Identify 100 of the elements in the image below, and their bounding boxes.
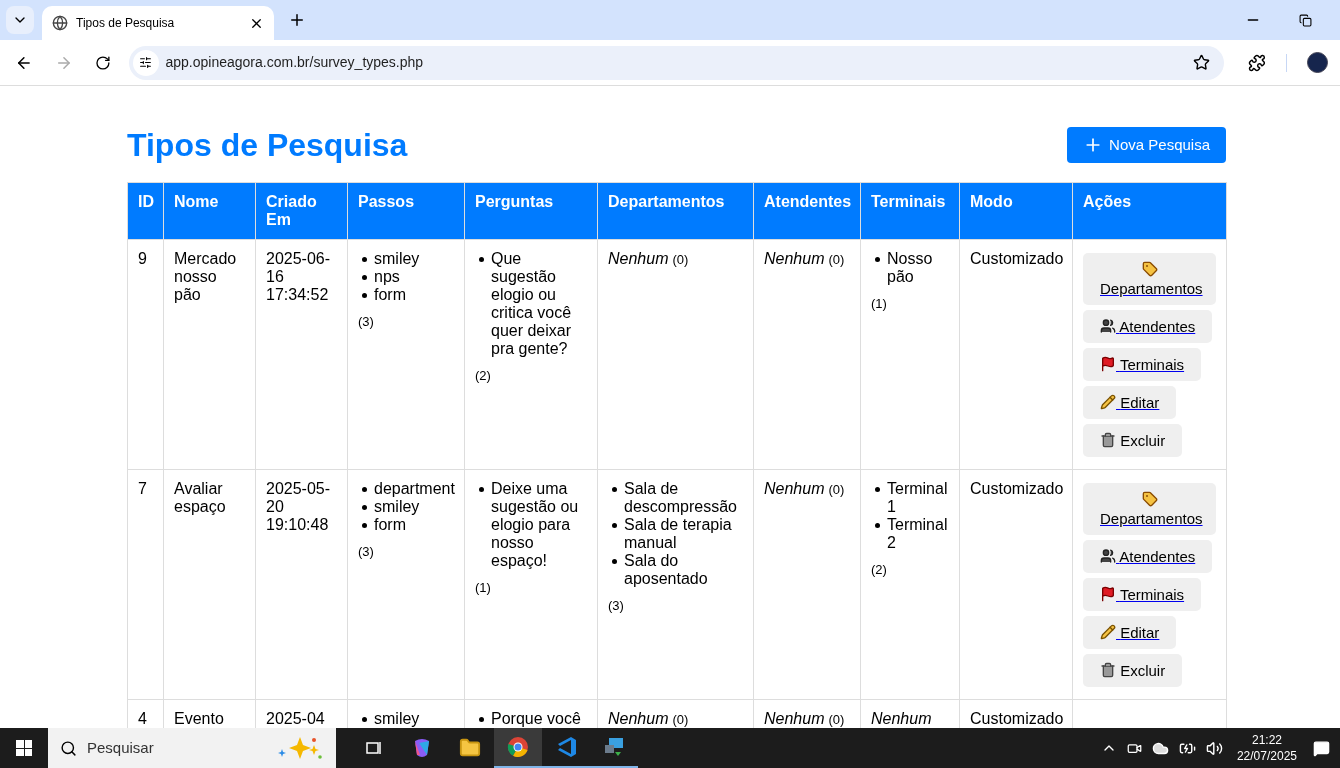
- item-count: (3): [608, 597, 625, 615]
- item-count: (1): [871, 295, 888, 313]
- item-count: (2): [475, 367, 492, 385]
- new-survey-button[interactable]: Nova Pesquisa: [1067, 127, 1226, 163]
- column-header: Modo: [959, 182, 1073, 240]
- table-cell: 2025-05-20 19:10:48: [255, 469, 348, 700]
- column-header: Ações: [1072, 182, 1227, 240]
- search-field[interactable]: Pesquisar: [48, 728, 336, 768]
- list-item: Terminal 1: [887, 480, 949, 516]
- restore-icon[interactable]: [1299, 13, 1312, 27]
- list-bullet: [612, 523, 617, 528]
- terminals-link[interactable]: Terminais: [1083, 578, 1202, 611]
- list-bullet: [875, 257, 880, 262]
- trash-icon: [1100, 662, 1116, 678]
- list-item: nps: [374, 268, 400, 286]
- pencil-icon: [1100, 624, 1116, 640]
- tag-icon: [1141, 261, 1158, 277]
- globe-icon: [52, 15, 68, 31]
- list-bullet: [479, 487, 484, 492]
- delete-button[interactable]: Excluir: [1083, 654, 1183, 687]
- address-bar[interactable]: app.opineagora.com.br/survey_types.php: [128, 45, 1225, 80]
- list-item: Sala de descompressão: [624, 480, 738, 516]
- list-item: Que sugestão elogio ou critica você quer deixar pra gente?: [491, 250, 573, 358]
- search-icon: [60, 739, 77, 757]
- table-cell: Mercado nosso pão: [163, 239, 256, 470]
- list-item: Terminal 2: [887, 516, 949, 552]
- list-item: Sala de terapia manual: [624, 516, 733, 552]
- list-bullet: [362, 275, 367, 280]
- notification-icon[interactable]: [1313, 739, 1330, 757]
- departments-link[interactable]: Departamentos: [1083, 253, 1216, 305]
- flag-icon: [1100, 356, 1116, 372]
- column-header: ID: [127, 182, 164, 240]
- list-item: smiley: [374, 250, 420, 268]
- browser-tab[interactable]: Tipos de Pesquisa: [42, 6, 274, 40]
- table-cell: 2025-06-16 17:34:52: [255, 239, 348, 470]
- list-item: Nosso pão: [887, 250, 934, 286]
- list-bullet: [875, 487, 880, 492]
- reload-icon[interactable]: [94, 54, 111, 71]
- column-header: Nome: [163, 182, 256, 240]
- trash-icon: [1100, 432, 1116, 448]
- empty-label: Nenhum: [608, 250, 669, 267]
- tab-list-button[interactable]: [6, 6, 34, 34]
- item-count: (0): [672, 712, 689, 727]
- item-count: (0): [672, 252, 689, 267]
- clock-date[interactable]: 22/07/2025: [1236, 748, 1297, 764]
- item-count: (1): [475, 579, 492, 597]
- list-item: smiley: [374, 498, 420, 516]
- list-bullet: [612, 487, 617, 492]
- chrome-icon[interactable]: [494, 728, 542, 768]
- list-item: form: [374, 286, 406, 304]
- site-settings-icon[interactable]: [132, 49, 159, 76]
- table-cell: Avaliar espaço: [163, 469, 256, 700]
- list-bullet: [875, 523, 880, 528]
- profile-avatar[interactable]: [1307, 52, 1328, 73]
- item-count: (3): [358, 543, 375, 561]
- edit-link[interactable]: Editar: [1083, 616, 1177, 649]
- extensions-icon[interactable]: [1248, 53, 1267, 72]
- list-bullet: [479, 257, 484, 262]
- list-item: Porque você: [491, 710, 581, 728]
- clock-time[interactable]: 21:22: [1251, 732, 1282, 748]
- column-header: Departamentos: [597, 182, 754, 240]
- volume-icon[interactable]: [1205, 739, 1223, 757]
- table-cell: Customizado: [959, 469, 1073, 700]
- list-bullet: [362, 523, 367, 528]
- empty-label: Nenhum: [764, 250, 825, 267]
- column-header: Perguntas: [464, 182, 598, 240]
- item-count: (0): [828, 252, 845, 267]
- attendants-link[interactable]: Atendentes: [1083, 540, 1213, 573]
- edit-link[interactable]: Editar: [1083, 386, 1177, 419]
- list-bullet: [362, 293, 367, 298]
- list-bullet: [362, 257, 367, 262]
- users-icon: [1100, 548, 1116, 564]
- column-header: Passos: [347, 182, 465, 240]
- column-header: Terminais: [860, 182, 960, 240]
- tag-icon: [1141, 491, 1158, 507]
- item-count: (2): [871, 561, 888, 579]
- delete-button[interactable]: Excluir: [1083, 424, 1183, 457]
- pencil-icon: [1100, 394, 1116, 410]
- url-text: app.opineagora.com.br/survey_types.php: [165, 53, 425, 72]
- empty-label: Nenhum: [764, 710, 825, 727]
- list-item: department: [374, 480, 455, 498]
- page-title: Tipos de Pesquisa: [127, 126, 408, 165]
- empty-label: Nenhum: [764, 480, 825, 497]
- list-item: form: [374, 516, 406, 534]
- table-cell: Customizado: [959, 239, 1073, 470]
- empty-label: Nenhum: [871, 710, 932, 727]
- table-cell: 9: [127, 239, 164, 470]
- column-header: Atendentes: [753, 182, 861, 240]
- terminals-link[interactable]: Terminais: [1083, 348, 1202, 381]
- tab-title: Tipos de Pesquisa: [76, 15, 176, 32]
- list-bullet: [479, 717, 484, 722]
- empty-label: Nenhum: [608, 710, 669, 727]
- item-count: (3): [358, 313, 375, 331]
- flag-icon: [1100, 586, 1116, 602]
- column-header: Criado Em: [255, 182, 348, 240]
- bookmark-star-icon[interactable]: [1193, 54, 1211, 71]
- new-tab-icon[interactable]: [288, 11, 306, 29]
- departments-link[interactable]: Departamentos: [1083, 483, 1216, 535]
- attendants-link[interactable]: Atendentes: [1083, 310, 1213, 343]
- list-bullet: [362, 717, 367, 722]
